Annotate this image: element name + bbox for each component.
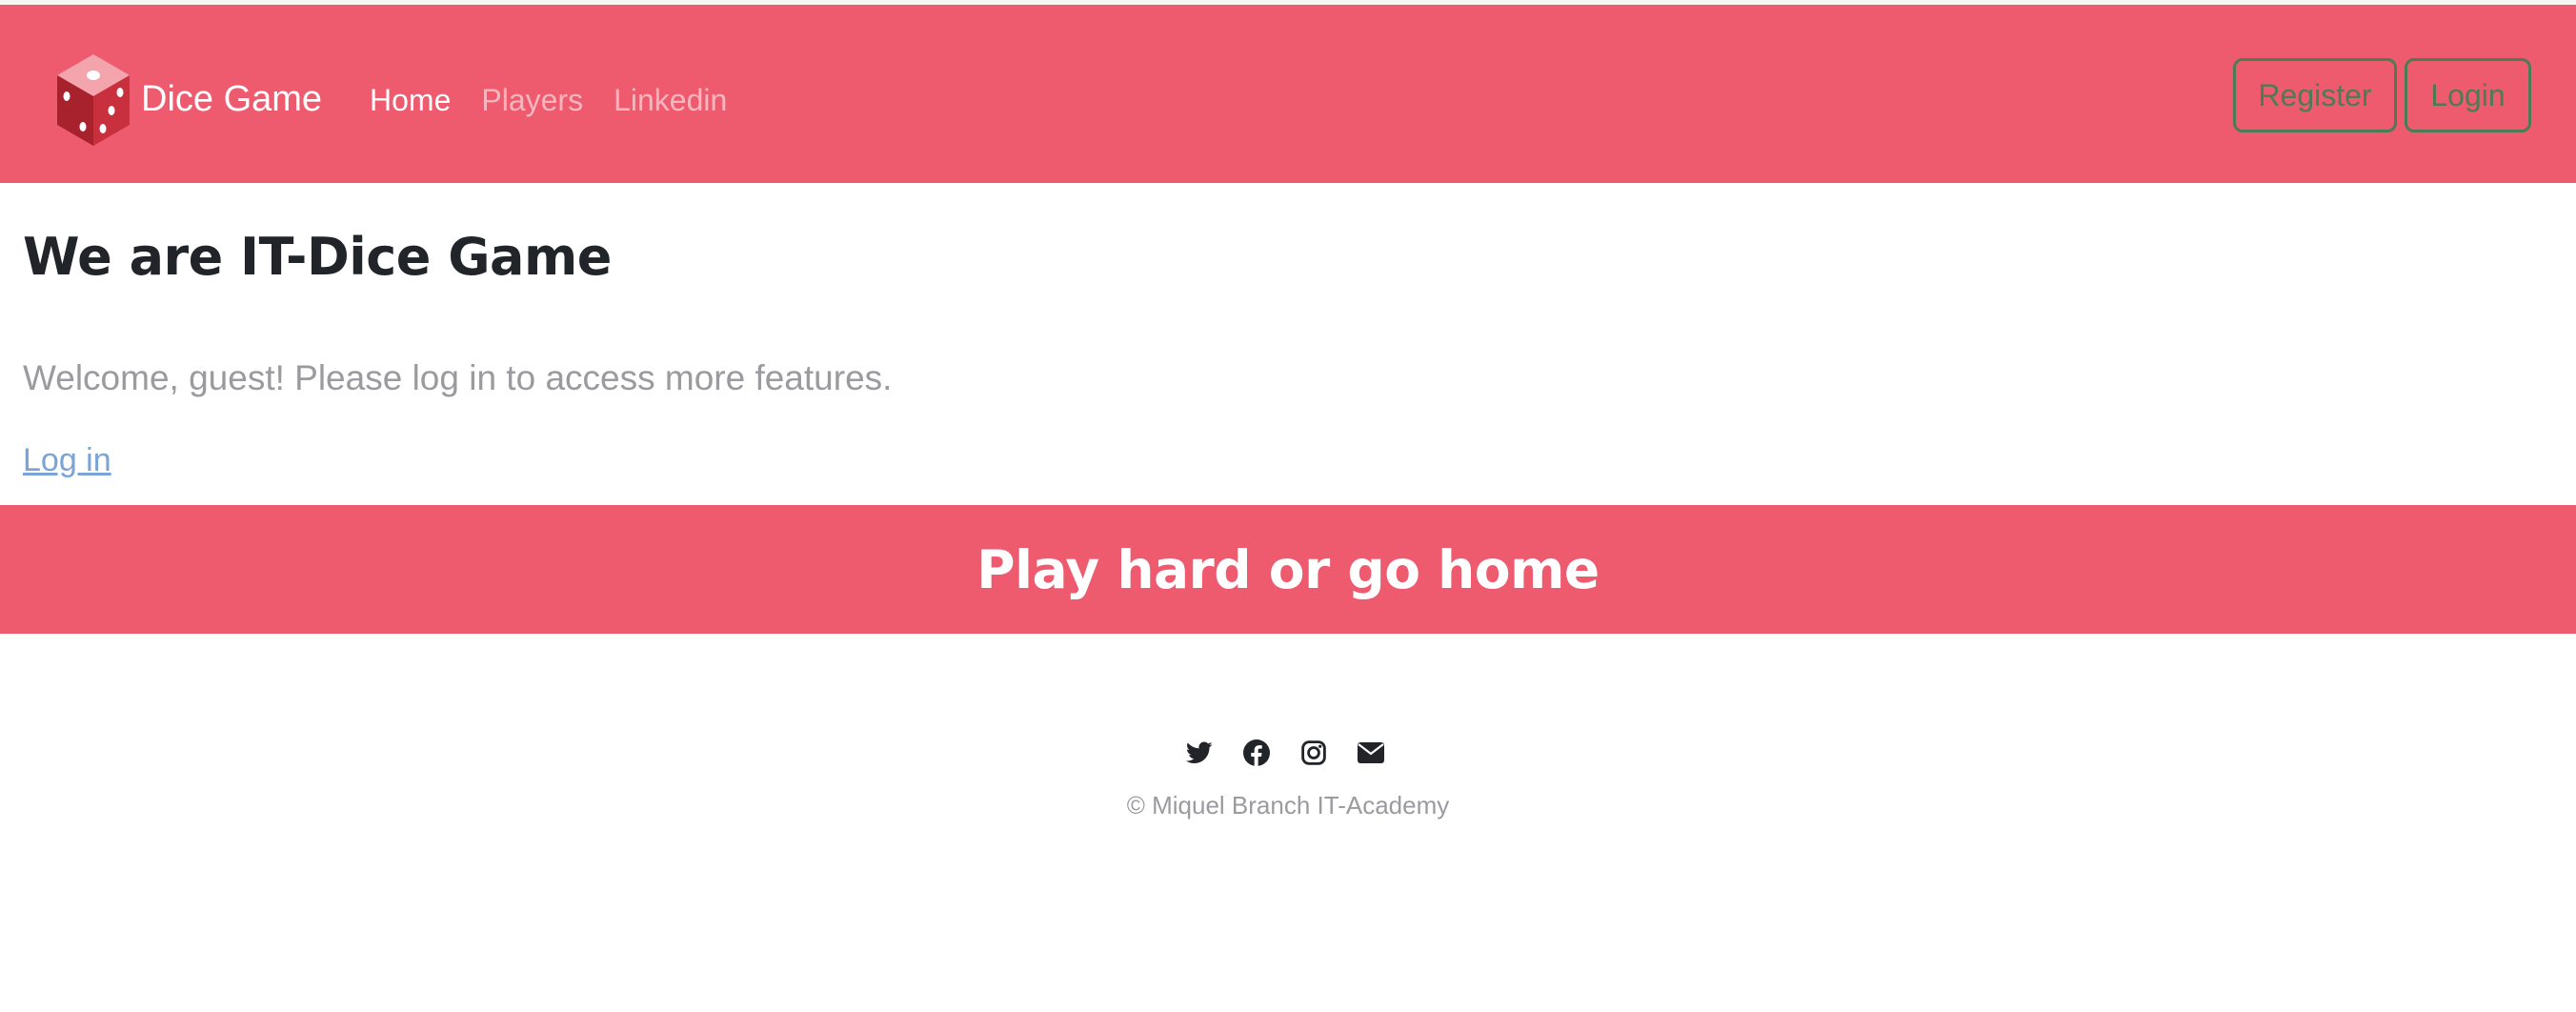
login-button[interactable]: Login [2405, 58, 2531, 132]
instagram-icon[interactable] [1299, 739, 1328, 767]
page-title: We are IT-Dice Game [23, 227, 612, 287]
welcome-message: Welcome, guest! Please log in to access … [23, 358, 893, 397]
navbar: Dice Game Home Players Linkedin Register… [0, 5, 2576, 183]
social-links [1185, 739, 1385, 767]
nav-link-home[interactable]: Home [370, 79, 451, 121]
nav-link-linkedin[interactable]: Linkedin [614, 79, 727, 121]
login-link[interactable]: Log in [23, 442, 111, 479]
facebook-icon[interactable] [1242, 739, 1271, 767]
register-button[interactable]: Register [2233, 58, 2397, 132]
brand-link[interactable]: Dice Game [51, 47, 322, 152]
slogan-text: Play hard or go home [976, 538, 1600, 600]
twitter-icon[interactable] [1185, 739, 1214, 767]
nav-links: Home Players Linkedin [370, 79, 757, 121]
slogan-banner: Play hard or go home [0, 505, 2576, 634]
brand-name: Dice Game [141, 79, 323, 119]
dice-icon [57, 54, 130, 146]
nav-link-players[interactable]: Players [481, 79, 583, 121]
copyright-text: © Miquel Branch IT-Academy [1126, 791, 1450, 820]
envelope-icon[interactable] [1357, 739, 1385, 767]
